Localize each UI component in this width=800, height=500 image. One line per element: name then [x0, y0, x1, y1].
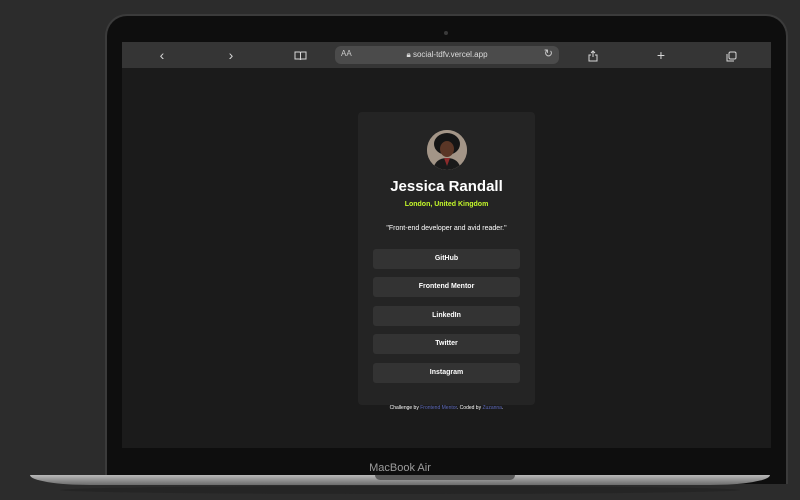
browser-toolbar: ‹ › AA 🔒︎ social-tdfv.vercel.app ↻ + — [122, 42, 771, 68]
profile-name: Jessica Randall — [390, 178, 503, 195]
linkedin-link-button[interactable]: LinkedIn — [373, 306, 520, 326]
github-link-button[interactable]: GitHub — [373, 249, 520, 269]
challenge-link[interactable]: Frontend Mentor — [420, 405, 457, 411]
lock-icon: 🔒︎ — [406, 50, 411, 59]
reload-icon[interactable]: ↻ — [544, 47, 553, 60]
address-text: 🔒︎ social-tdfv.vercel.app — [335, 50, 559, 60]
bookmarks-icon[interactable] — [290, 42, 310, 68]
camera — [444, 31, 448, 35]
author-link[interactable]: Zuzanna — [482, 405, 501, 411]
frontend-mentor-link-button[interactable]: Frontend Mentor — [373, 277, 520, 297]
forward-icon[interactable]: › — [221, 42, 241, 68]
avatar — [427, 130, 467, 170]
twitter-link-button[interactable]: Twitter — [373, 334, 520, 354]
profile-bio: "Front-end developer and avid reader." — [386, 225, 507, 232]
browser-window: ‹ › AA 🔒︎ social-tdfv.vercel.app ↻ + Jes… — [122, 42, 771, 448]
laptop-shadow — [60, 486, 740, 494]
back-icon[interactable]: ‹ — [152, 42, 172, 68]
new-tab-icon[interactable]: + — [651, 42, 671, 68]
url-text: social-tdfv.vercel.app — [412, 50, 488, 59]
attribution-middle: . Coded by — [456, 405, 483, 411]
attribution: Challenge by Frontend Mentor. Coded by Z… — [122, 405, 771, 411]
profile-card: Jessica Randall London, United Kingdom "… — [358, 112, 535, 405]
device-label: MacBook Air — [369, 462, 431, 474]
laptop-notch — [375, 475, 515, 480]
profile-location: London, United Kingdom — [404, 201, 489, 208]
share-icon[interactable] — [583, 42, 603, 68]
address-bar[interactable]: AA 🔒︎ social-tdfv.vercel.app ↻ — [335, 46, 559, 64]
attribution-suffix: . — [501, 405, 504, 411]
instagram-link-button[interactable]: Instagram — [373, 363, 520, 383]
attribution-prefix: Challenge by — [389, 405, 421, 411]
tabs-icon[interactable] — [721, 42, 741, 68]
